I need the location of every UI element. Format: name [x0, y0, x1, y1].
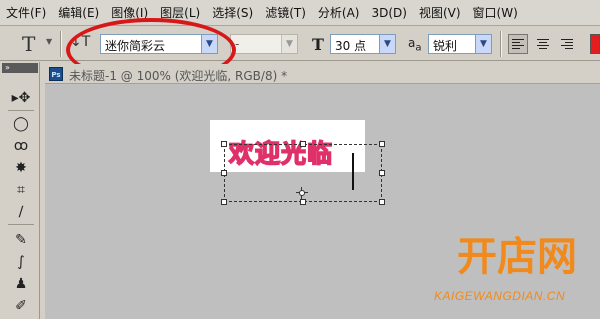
bbox-handle[interactable]: [221, 199, 227, 205]
watermark-logo-text: 开店网: [457, 234, 577, 280]
font-size-select[interactable]: 30 点 ▼: [330, 34, 396, 54]
bbox-handle[interactable]: [221, 141, 227, 147]
elliptical-marquee-icon[interactable]: ◯: [10, 114, 32, 134]
stamp-icon[interactable]: ♟: [10, 274, 32, 294]
menu-analysis[interactable]: 分析(A): [312, 2, 366, 24]
chevron-down-icon[interactable]: ▼: [475, 35, 491, 53]
menu-file[interactable]: 文件(F): [0, 2, 52, 24]
anti-alias-value: 锐利: [433, 39, 458, 53]
font-size-value: 30 点: [335, 39, 367, 53]
bbox-reference-ring: [299, 190, 305, 196]
separator: [8, 110, 34, 111]
bbox-handle[interactable]: [300, 141, 306, 147]
font-style-select[interactable]: - ▼: [230, 34, 298, 54]
move-tool-icon[interactable]: ▸✥: [10, 88, 32, 108]
menu-select[interactable]: 选择(S): [206, 2, 259, 24]
chevron-down-icon[interactable]: ▼: [379, 35, 395, 53]
menu-bar: 文件(F) 编辑(E) 图像(I) 图层(L) 选择(S) 滤镜(T) 分析(A…: [0, 0, 600, 26]
document-title: 未标题-1 @ 100% (欢迎光临, RGB/8) *: [69, 69, 288, 83]
brush-icon[interactable]: ∫: [10, 252, 32, 272]
separator: [500, 31, 502, 57]
document-title-bar[interactable]: Ps 未标题-1 @ 100% (欢迎光临, RGB/8) *: [45, 64, 600, 84]
bbox-handle[interactable]: [379, 141, 385, 147]
align-right-button[interactable]: [557, 34, 577, 54]
menu-window[interactable]: 窗口(W): [467, 2, 524, 24]
text-color-swatch[interactable]: [590, 34, 600, 54]
bbox-handle[interactable]: [379, 170, 385, 176]
toolbox-collapse-icon[interactable]: »: [2, 63, 38, 73]
chevron-down-icon[interactable]: ▼: [281, 35, 297, 53]
anti-alias-select[interactable]: 锐利 ▼: [428, 34, 492, 54]
watermark-logo: 开店网: [457, 234, 577, 280]
anti-alias-icon: aa: [408, 36, 422, 54]
photoshop-icon: Ps: [49, 67, 63, 81]
align-center-button[interactable]: [533, 34, 553, 54]
eyedropper-icon[interactable]: ∕: [10, 202, 32, 222]
separator: [60, 31, 62, 57]
bbox-handle[interactable]: [221, 170, 227, 176]
watermark-url: KAIGEWANGDIAN.CN: [434, 289, 566, 303]
menu-edit[interactable]: 编辑(E): [52, 2, 105, 24]
tool-preset-arrow-icon[interactable]: ▼: [46, 37, 52, 46]
magic-wand-icon[interactable]: ✸: [10, 158, 32, 178]
toolbox: » ▸✥ ◯ ꝏ ✸ ⌗ ∕ ✎ ∫ ♟ ✐: [0, 62, 40, 319]
healing-brush-icon[interactable]: ✎: [10, 230, 32, 250]
font-size-icon: T: [312, 35, 324, 54]
crop-icon[interactable]: ⌗: [10, 180, 32, 200]
menu-filter[interactable]: 滤镜(T): [259, 2, 312, 24]
separator: [8, 224, 34, 225]
history-brush-icon[interactable]: ✐: [10, 296, 32, 316]
text-tool-icon[interactable]: T: [22, 32, 35, 56]
lasso-icon[interactable]: ꝏ: [10, 136, 32, 156]
menu-3d[interactable]: 3D(D): [365, 2, 412, 24]
align-left-button[interactable]: [508, 34, 528, 54]
menu-view[interactable]: 视图(V): [413, 2, 467, 24]
bbox-handle[interactable]: [379, 199, 385, 205]
bbox-handle[interactable]: [300, 199, 306, 205]
